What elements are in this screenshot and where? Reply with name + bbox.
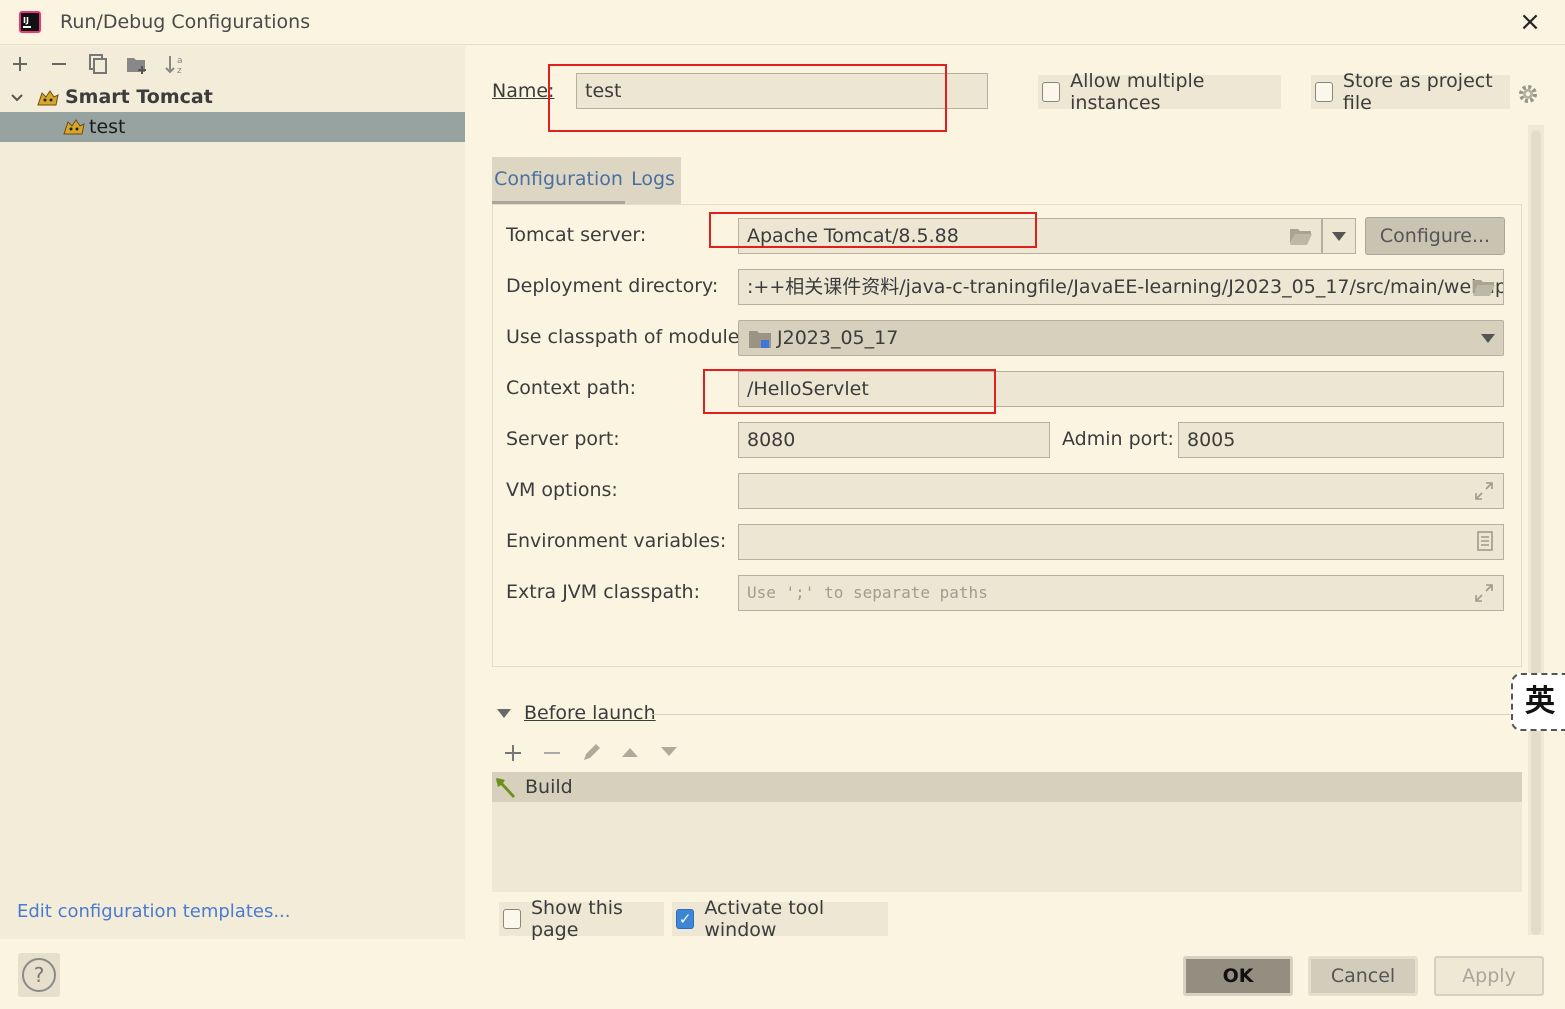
- classpath-module-label: Use classpath of module:: [506, 326, 746, 348]
- classpath-module-value: J2023_05_17: [777, 327, 899, 349]
- add-icon[interactable]: [503, 743, 523, 763]
- intellij-icon: IJ: [19, 11, 41, 33]
- tree-item-label: test: [89, 116, 126, 138]
- remove-icon[interactable]: [542, 743, 562, 763]
- hammer-icon: [496, 778, 515, 798]
- expand-icon[interactable]: [1474, 583, 1494, 603]
- activate-tool-window-label: Activate tool window: [704, 897, 825, 941]
- extra-jvm-classpath-input[interactable]: Use ';' to separate paths: [738, 575, 1504, 611]
- activate-tool-window-checkbox[interactable]: ✓ Activate tool window: [672, 897, 888, 941]
- move-down-icon[interactable]: [659, 745, 679, 759]
- name-label: Name:: [492, 80, 554, 102]
- chevron-down-icon: [1481, 334, 1495, 343]
- server-port-input[interactable]: 8080: [738, 422, 1050, 458]
- ok-button[interactable]: OK: [1183, 956, 1293, 996]
- tree-item-label: Smart Tomcat: [65, 86, 213, 108]
- document-icon[interactable]: [1475, 531, 1495, 551]
- svg-text:z: z: [177, 66, 182, 76]
- tomcat-server-select[interactable]: Apache Tomcat/8.5.88: [738, 218, 1322, 254]
- admin-port-label: Admin port:: [1062, 428, 1174, 450]
- admin-port-input[interactable]: 8005: [1178, 422, 1504, 458]
- close-icon[interactable]: ×: [1516, 8, 1544, 36]
- scrollbar-thumb[interactable]: [1531, 130, 1541, 935]
- store-project-checkbox[interactable]: Store as project file: [1311, 70, 1510, 114]
- help-button[interactable]: ?: [18, 953, 60, 997]
- environment-variables-label: Environment variables:: [506, 530, 727, 552]
- classpath-module-select[interactable]: J2023_05_17: [738, 320, 1504, 356]
- gear-icon[interactable]: [1516, 82, 1540, 106]
- list-item-label: Build: [525, 776, 573, 798]
- show-this-page-checkbox[interactable]: Show this page: [499, 897, 664, 941]
- tomcat-server-label: Tomcat server:: [506, 224, 647, 246]
- move-up-icon[interactable]: [620, 745, 640, 759]
- tree-item-smart-tomcat[interactable]: Smart Tomcat: [0, 84, 465, 112]
- tomcat-icon: [37, 90, 59, 106]
- deployment-directory-input[interactable]: :++相关课件资料/java-c-traningfile/JavaEE-lear…: [738, 269, 1504, 305]
- configuration-tree-panel: az Smart Tomcat test Edit configuration …: [0, 46, 465, 939]
- folder-open-icon[interactable]: [1472, 277, 1496, 297]
- name-label-text: Name:: [492, 80, 555, 102]
- window-title: Run/Debug Configurations: [60, 11, 311, 33]
- context-path-label: Context path:: [506, 377, 637, 399]
- allow-multiple-label: Allow multiple instances: [1070, 70, 1205, 114]
- tomcat-server-dropdown[interactable]: [1322, 218, 1356, 254]
- svg-text:IJ: IJ: [23, 16, 29, 25]
- checkbox-box[interactable]: [1042, 82, 1061, 102]
- store-project-label: Store as project file: [1342, 70, 1493, 114]
- environment-variables-input[interactable]: [738, 524, 1504, 560]
- edit-templates-link[interactable]: Edit configuration templates...: [17, 901, 291, 922]
- context-path-input[interactable]: /HelloServlet: [738, 371, 1504, 407]
- deployment-directory-label: Deployment directory:: [506, 275, 719, 297]
- tab-configuration[interactable]: Configuration: [492, 157, 625, 204]
- separator: [650, 714, 1510, 715]
- collapse-triangle-icon[interactable]: [497, 709, 511, 718]
- chevron-down-icon[interactable]: [10, 91, 24, 105]
- folder-add-icon[interactable]: [125, 52, 149, 76]
- ime-indicator[interactable]: 英: [1511, 673, 1565, 731]
- vm-options-label: VM options:: [506, 479, 618, 501]
- copy-icon[interactable]: [86, 52, 110, 76]
- help-icon: ?: [22, 958, 56, 992]
- checkbox-checked[interactable]: ✓: [676, 909, 695, 929]
- expand-icon[interactable]: [1474, 481, 1494, 501]
- before-launch-title[interactable]: Before launch: [524, 702, 656, 724]
- tree-item-test[interactable]: test: [0, 112, 465, 142]
- checkbox-box[interactable]: [503, 909, 521, 929]
- server-port-label: Server port:: [506, 428, 620, 450]
- add-icon[interactable]: [8, 52, 32, 76]
- list-item[interactable]: Build: [492, 772, 1522, 802]
- sort-icon[interactable]: az: [164, 52, 188, 76]
- show-this-page-label: Show this page: [530, 897, 623, 941]
- vm-options-input[interactable]: [738, 473, 1504, 509]
- edit-icon[interactable]: [581, 741, 603, 763]
- svg-text:a: a: [177, 56, 183, 66]
- apply-button[interactable]: Apply: [1434, 956, 1544, 996]
- chevron-down-icon: [1332, 232, 1346, 241]
- folder-open-icon[interactable]: [1289, 226, 1313, 246]
- cancel-button[interactable]: Cancel: [1308, 956, 1418, 996]
- remove-icon[interactable]: [47, 52, 71, 76]
- module-folder-icon: [749, 331, 771, 348]
- name-input[interactable]: test: [576, 73, 988, 109]
- tab-logs[interactable]: Logs: [625, 157, 681, 204]
- before-launch-label: Before launch: [524, 702, 656, 724]
- allow-multiple-checkbox[interactable]: Allow multiple instances: [1038, 70, 1281, 114]
- tomcat-icon: [63, 119, 85, 135]
- extra-jvm-classpath-label: Extra JVM classpath:: [506, 581, 700, 603]
- checkbox-box[interactable]: [1315, 82, 1333, 102]
- configure-button[interactable]: Configure...: [1365, 217, 1505, 255]
